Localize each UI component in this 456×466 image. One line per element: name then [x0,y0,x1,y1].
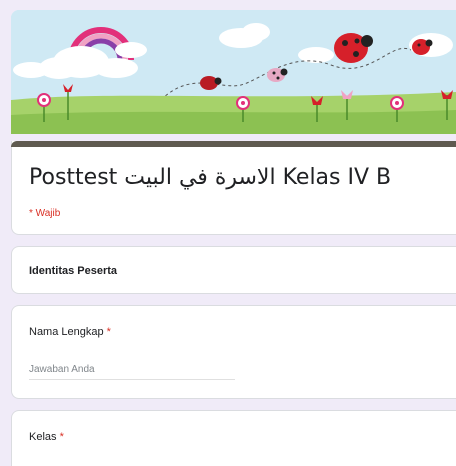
form-title: Posttest الاسرة في البيت Kelas IV B [29,165,392,190]
question-label: Nama Lengkap * [29,326,111,338]
title-accent-bar [11,141,456,147]
required-asterisk: * [59,431,64,443]
question-card-nama-lengkap: Nama Lengkap * [11,305,456,399]
required-asterisk: * [106,326,111,338]
question-text: Nama Lengkap [29,326,104,338]
question-text: Kelas [29,431,57,443]
required-note: * Wajib [29,208,61,219]
ladybug-garden-illustration [11,10,456,134]
form-title-card: Posttest الاسرة في البيت Kelas IV B * Wa… [11,141,456,235]
header-banner-image [11,10,456,134]
section-title: Identitas Peserta [29,265,118,277]
section-header-card: Identitas Peserta [11,246,456,294]
question-label: Kelas * [29,431,64,443]
nama-lengkap-input[interactable] [29,359,235,380]
question-card-kelas: Kelas * [11,410,456,466]
